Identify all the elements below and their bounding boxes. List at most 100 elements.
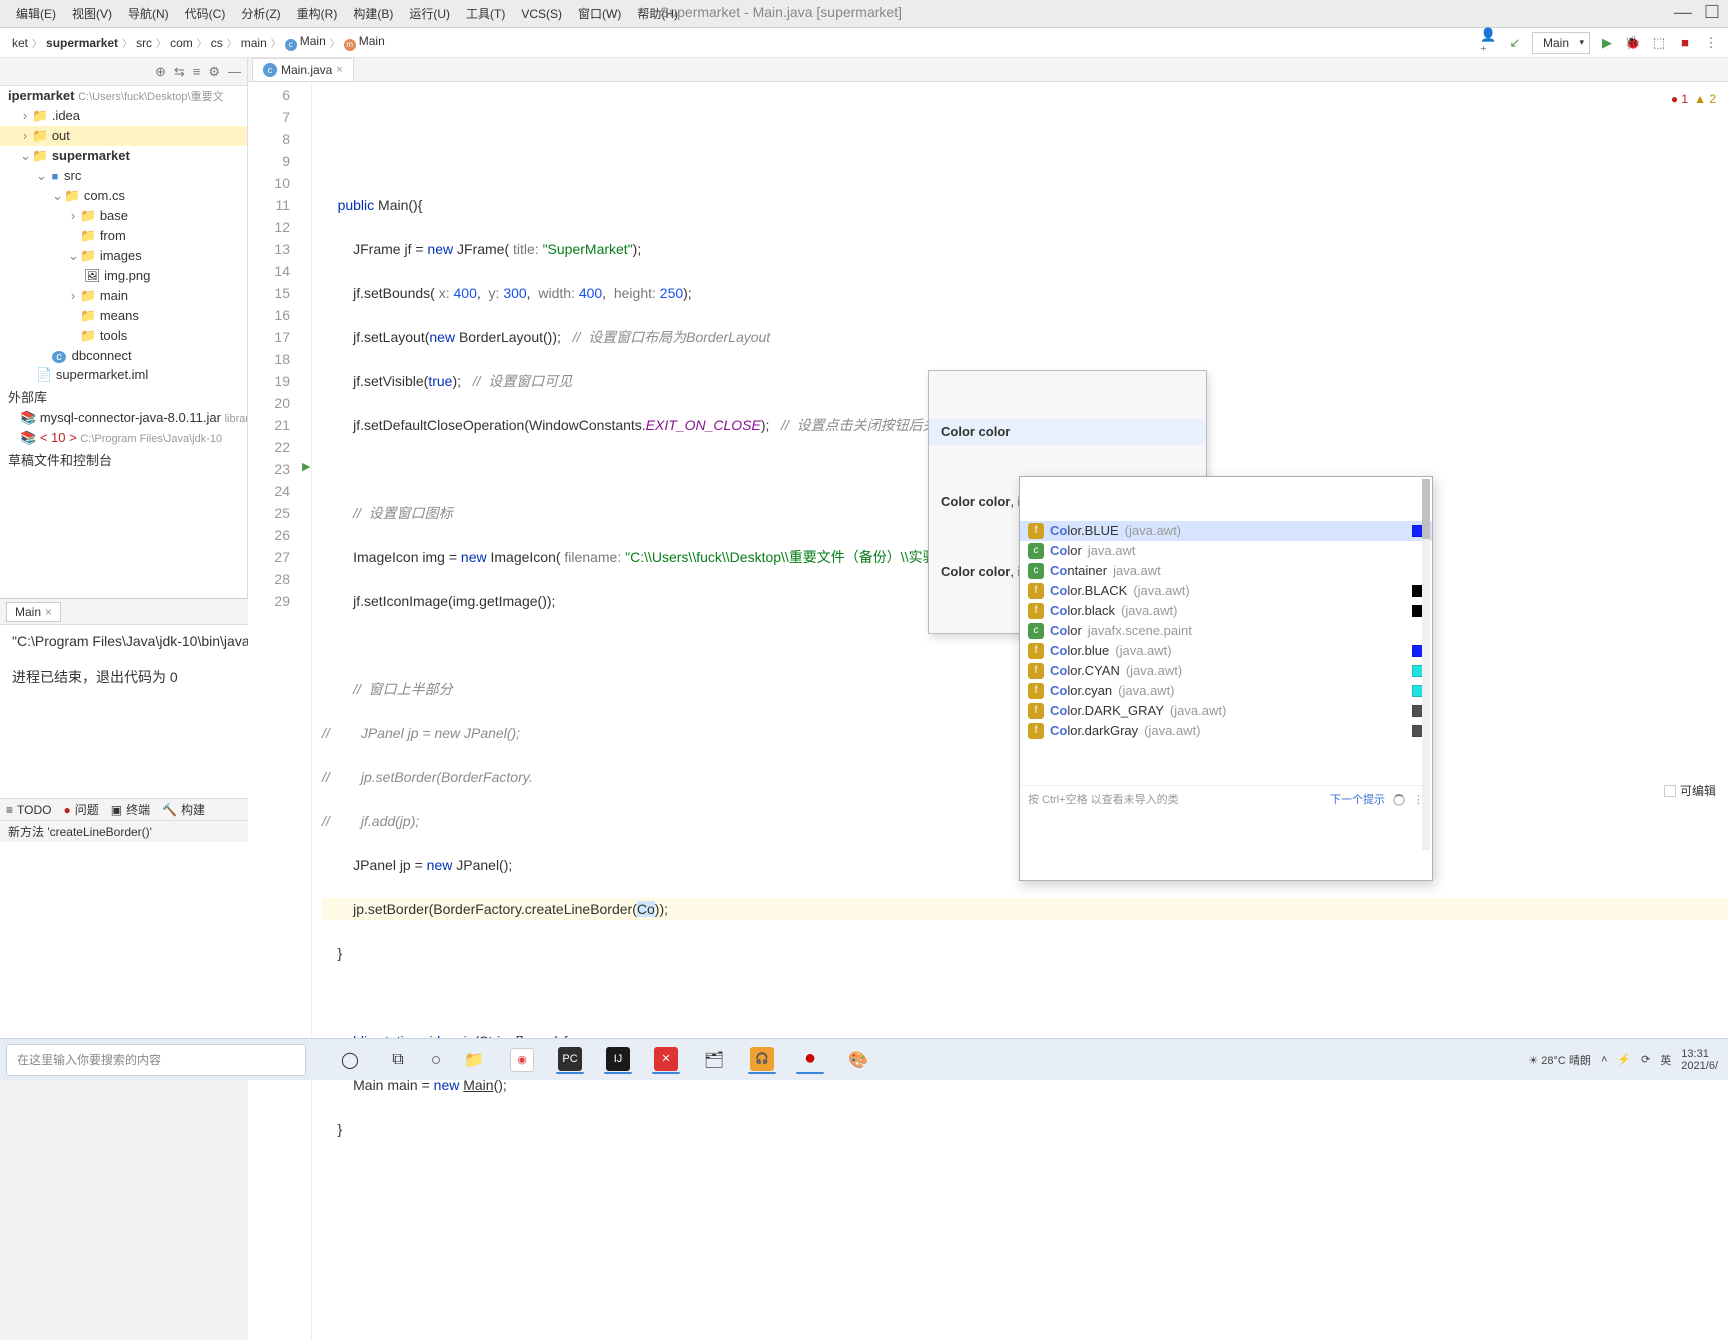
tree-means[interactable]: 📁 means bbox=[0, 306, 247, 326]
close-tab-icon[interactable]: × bbox=[336, 64, 342, 76]
tree-tools[interactable]: 📁 tools bbox=[0, 326, 247, 346]
menu-vcs[interactable]: VCS(S) bbox=[513, 5, 570, 23]
completion-item[interactable]: fColor.cyan(java.awt) bbox=[1020, 681, 1432, 701]
locate-icon[interactable]: ⊕ bbox=[155, 64, 166, 80]
tree-dbconn[interactable]: c dbconnect bbox=[0, 346, 247, 365]
code-area[interactable]: public Main(){ JFrame jf = new JFrame( t… bbox=[312, 82, 1728, 1340]
pycharm-icon[interactable]: PC bbox=[556, 1046, 584, 1074]
bc-class[interactable]: Main bbox=[281, 34, 330, 51]
task-view-icon[interactable]: ◯ bbox=[336, 1046, 364, 1074]
coverage-button[interactable]: ⬚ bbox=[1650, 34, 1668, 52]
record-icon[interactable]: ● bbox=[796, 1046, 824, 1074]
editor[interactable]: ● 1 ▲ 2 67891011121314151617181920212223… bbox=[248, 82, 1728, 1340]
tree-images[interactable]: ⌄📁 images bbox=[0, 246, 247, 266]
sync-tray-icon[interactable]: ⟳ bbox=[1641, 1053, 1650, 1066]
run-tab[interactable]: Main × bbox=[6, 602, 61, 622]
run-button[interactable]: ▶ bbox=[1598, 34, 1616, 52]
bc-root[interactable]: ket bbox=[8, 36, 32, 50]
folder-icon[interactable]: 📁 bbox=[460, 1046, 488, 1074]
run-gutter-icon[interactable]: ▶ bbox=[302, 456, 310, 478]
sync-icon[interactable]: ↙ bbox=[1506, 34, 1524, 52]
collapse-icon[interactable]: ≡ bbox=[193, 64, 201, 79]
project-tree[interactable]: ipermarket C:\Users\fuck\Desktop\重要文 ›📁 … bbox=[0, 86, 247, 598]
completion-popup[interactable]: fColor.BLUE(java.awt)cColorjava.awtcCont… bbox=[1019, 476, 1433, 881]
menu-tools[interactable]: 工具(T) bbox=[458, 3, 513, 24]
tree-from[interactable]: 📁 from bbox=[0, 226, 247, 246]
task-timeline-icon[interactable]: ⧉ bbox=[384, 1046, 412, 1074]
chrome-icon[interactable]: ◉ bbox=[508, 1046, 536, 1074]
debug-button[interactable]: 🐞 bbox=[1624, 34, 1642, 52]
gear-icon[interactable]: ⚙ bbox=[208, 64, 220, 80]
charging-icon[interactable]: ⚡ bbox=[1617, 1053, 1631, 1066]
task-cortana-icon[interactable] bbox=[432, 1056, 440, 1064]
ime-icon[interactable]: 英 bbox=[1660, 1052, 1671, 1068]
completion-item[interactable]: fColor.BLUE(java.awt) bbox=[1020, 521, 1432, 541]
bc-method[interactable]: Main bbox=[340, 34, 389, 51]
menu-nav[interactable]: 导航(N) bbox=[120, 3, 177, 24]
bc-cs[interactable]: cs bbox=[207, 36, 227, 50]
tree-mysql[interactable]: 📚 mysql-connector-java-8.0.11.jar librar… bbox=[0, 408, 247, 428]
menu-code[interactable]: 代码(C) bbox=[177, 3, 234, 24]
param-row[interactable]: Color color bbox=[929, 419, 1206, 445]
tree-comcs[interactable]: ⌄📁 com.cs bbox=[0, 186, 247, 206]
stop-button[interactable]: ■ bbox=[1676, 34, 1694, 52]
tree-src[interactable]: ⌄■src bbox=[0, 166, 247, 186]
completion-item[interactable]: cColorjava.awt bbox=[1020, 541, 1432, 561]
system-tray[interactable]: ☀ 28°C 晴朗 ˄ ⚡ ⟳ 英 13:312021/6/ bbox=[1528, 1048, 1728, 1072]
weather-icon[interactable]: ☀ 28°C 晴朗 bbox=[1528, 1052, 1591, 1068]
bc-src[interactable]: src bbox=[132, 36, 156, 50]
tree-scratch[interactable]: 草稿文件和控制台 bbox=[0, 448, 247, 471]
maximize-icon[interactable]: ☐ bbox=[1704, 2, 1720, 23]
expand-icon[interactable]: ⇆ bbox=[174, 64, 185, 80]
tool-todo[interactable]: ≡ TODO bbox=[6, 803, 51, 817]
tool-problems[interactable]: ● 问题 bbox=[63, 801, 98, 818]
tray-chevron-icon[interactable]: ˄ bbox=[1601, 1054, 1607, 1066]
run-config-select[interactable]: Main bbox=[1532, 32, 1590, 54]
completion-item[interactable]: fColor.blue(java.awt) bbox=[1020, 641, 1432, 661]
more-button[interactable]: ⋮ bbox=[1702, 34, 1720, 52]
fold-gutter[interactable] bbox=[298, 82, 312, 1340]
app-red-icon[interactable]: ✕ bbox=[652, 1046, 680, 1074]
tree-iml[interactable]: 📄 supermarket.iml bbox=[0, 365, 247, 385]
add-user-icon[interactable]: 👤⁺ bbox=[1480, 34, 1498, 52]
tree-idea[interactable]: ›📁 .idea bbox=[0, 106, 247, 126]
menu-view[interactable]: 视图(V) bbox=[64, 3, 120, 24]
tree-ext[interactable]: 外部库 bbox=[0, 385, 247, 408]
tree-jdk[interactable]: 📚 < 10 > C:\Program Files\Java\jdk-10 bbox=[0, 428, 247, 448]
menu-refactor[interactable]: 重构(R) bbox=[289, 3, 346, 24]
completion-scrollbar[interactable] bbox=[1422, 479, 1430, 850]
tree-main[interactable]: ›📁 main bbox=[0, 286, 247, 306]
completion-item[interactable]: fColor.BLACK(java.awt) bbox=[1020, 581, 1432, 601]
minimize-icon[interactable]: — bbox=[1674, 2, 1692, 23]
intellij-icon[interactable]: IJ bbox=[604, 1046, 632, 1074]
completion-item[interactable]: fColor.darkGray(java.awt) bbox=[1020, 721, 1432, 741]
app-orange-icon[interactable]: 🎧 bbox=[748, 1046, 776, 1074]
tree-imgpng[interactable]: 🖼 img.png bbox=[0, 266, 247, 286]
completion-item[interactable]: cContainerjava.awt bbox=[1020, 561, 1432, 581]
completion-item[interactable]: cColorjavafx.scene.paint bbox=[1020, 621, 1432, 641]
bc-main[interactable]: main bbox=[237, 36, 271, 50]
tree-supermarket[interactable]: ⌄📁 supermarket bbox=[0, 146, 247, 166]
completion-next[interactable]: 下一个提示 bbox=[1330, 789, 1385, 811]
bc-proj[interactable]: supermarket bbox=[42, 36, 122, 50]
editor-tab[interactable]: c Main.java × bbox=[252, 58, 354, 81]
menu-run[interactable]: 运行(U) bbox=[401, 3, 458, 24]
warn-indicator[interactable]: ▲ 2 bbox=[1694, 88, 1716, 110]
tool-terminal[interactable]: ▣ 终端 bbox=[111, 801, 150, 818]
tree-base[interactable]: ›📁 base bbox=[0, 206, 247, 226]
completion-item[interactable]: fColor.DARK_GRAY(java.awt) bbox=[1020, 701, 1432, 721]
explorer-icon[interactable]: 🗂 bbox=[700, 1046, 728, 1074]
error-indicator[interactable]: ● 1 bbox=[1671, 88, 1688, 110]
menu-analyze[interactable]: 分析(Z) bbox=[233, 3, 288, 24]
completion-item[interactable]: fColor.CYAN(java.awt) bbox=[1020, 661, 1432, 681]
clock[interactable]: 13:312021/6/ bbox=[1681, 1048, 1718, 1072]
menu-window[interactable]: 窗口(W) bbox=[570, 3, 629, 24]
tree-out[interactable]: ›📁 out bbox=[0, 126, 247, 146]
bc-com[interactable]: com bbox=[166, 36, 197, 50]
menu-build[interactable]: 构建(B) bbox=[345, 3, 401, 24]
tool-build[interactable]: 🔨 构建 bbox=[162, 801, 205, 818]
menu-edit[interactable]: 编辑(E) bbox=[8, 3, 64, 24]
tree-root[interactable]: ipermarket C:\Users\fuck\Desktop\重要文 bbox=[0, 86, 247, 106]
paint-icon[interactable]: 🎨 bbox=[844, 1046, 872, 1074]
hide-icon[interactable]: — bbox=[228, 64, 241, 79]
